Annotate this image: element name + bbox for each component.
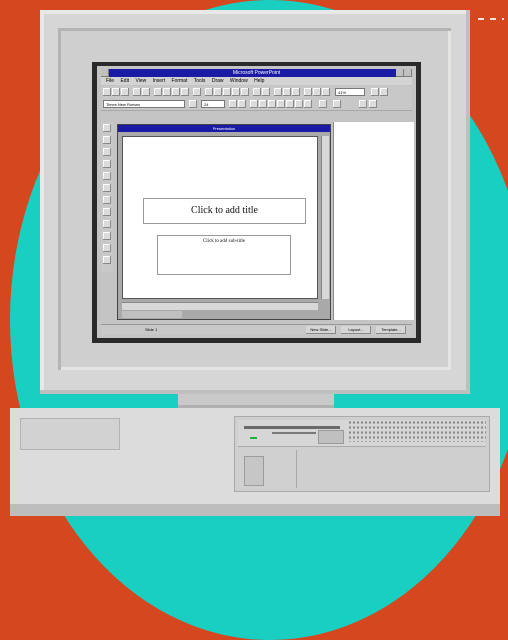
insert-table-icon[interactable] xyxy=(214,88,222,96)
rectangle-tool-icon[interactable] xyxy=(103,160,111,168)
menu-insert[interactable]: Insert xyxy=(153,78,166,84)
slide-sorter-icon[interactable] xyxy=(292,88,300,96)
app-title: Microsoft PowerPoint xyxy=(232,70,281,76)
base-panel xyxy=(20,418,120,450)
menu-view[interactable]: View xyxy=(135,78,146,84)
insert-object-icon[interactable] xyxy=(262,88,270,96)
menu-bar: File Edit View Insert Format Tools Draw … xyxy=(101,77,412,85)
cue-cards-icon[interactable] xyxy=(380,88,388,96)
minimize-icon[interactable] xyxy=(396,69,404,77)
bullet-icon[interactable] xyxy=(286,100,294,108)
collapse-icon[interactable] xyxy=(369,100,377,108)
menu-edit[interactable]: Edit xyxy=(120,78,129,84)
italic-icon[interactable] xyxy=(259,100,267,108)
slide[interactable]: Click to add title Click to add sub-titl… xyxy=(122,136,318,299)
floppy-slot xyxy=(244,426,340,429)
save-icon[interactable] xyxy=(121,88,129,96)
cut-icon[interactable] xyxy=(154,88,162,96)
presentation-title: Presentation xyxy=(212,126,236,131)
right-workspace xyxy=(333,122,414,320)
insert-slide-icon[interactable] xyxy=(205,88,213,96)
vertical-scrollbar[interactable] xyxy=(321,136,329,299)
font-dropdown-icon[interactable] xyxy=(189,100,197,108)
floppy-slot-secondary xyxy=(272,432,316,434)
decrease-font-icon[interactable] xyxy=(238,100,246,108)
drive-door xyxy=(318,430,344,444)
monitor-neck xyxy=(178,394,334,408)
menu-file[interactable]: File xyxy=(106,78,114,84)
title-placeholder[interactable]: Click to add title xyxy=(143,198,306,224)
help-icon[interactable] xyxy=(371,88,379,96)
undo-icon[interactable] xyxy=(193,88,201,96)
drawing-icon[interactable] xyxy=(304,88,312,96)
app-titlebar: Microsoft PowerPoint xyxy=(101,69,412,77)
increase-font-icon[interactable] xyxy=(229,100,237,108)
status-bar: Slide 1 New Slide... Layout... Template.… xyxy=(101,324,412,335)
format-painter-icon[interactable] xyxy=(181,88,189,96)
new-icon[interactable] xyxy=(103,88,111,96)
line-tool-icon[interactable] xyxy=(103,148,111,156)
fill-on-off-icon[interactable] xyxy=(103,232,111,240)
spelling-icon[interactable] xyxy=(142,88,150,96)
align-left-icon[interactable] xyxy=(295,100,303,108)
screen: Microsoft PowerPoint File Edit View Inse… xyxy=(97,66,416,338)
system-menu-icon[interactable] xyxy=(101,69,109,77)
menu-tools[interactable]: Tools xyxy=(194,78,206,84)
paste-icon[interactable] xyxy=(172,88,180,96)
insert-chart-icon[interactable] xyxy=(223,88,231,96)
vent-grille xyxy=(348,420,486,442)
show-formatting-icon[interactable] xyxy=(274,88,282,96)
autoshapes-icon[interactable] xyxy=(103,220,111,228)
text-shadow-icon[interactable] xyxy=(277,100,285,108)
subtitle-placeholder[interactable]: Click to add sub-title xyxy=(157,235,291,275)
menu-format[interactable]: Format xyxy=(172,78,188,84)
print-icon[interactable] xyxy=(133,88,141,96)
copy-icon[interactable] xyxy=(163,88,171,96)
font-select[interactable]: Times New Roman xyxy=(103,100,185,108)
ellipse-tool-icon[interactable] xyxy=(103,172,111,180)
zoom-select[interactable]: 41% xyxy=(335,88,365,96)
bold-icon[interactable] xyxy=(250,100,258,108)
font-size-select[interactable]: 24 xyxy=(201,100,225,108)
maximize-icon[interactable] xyxy=(404,69,412,77)
menu-window[interactable]: Window xyxy=(230,78,248,84)
power-button[interactable] xyxy=(244,456,264,486)
template-button[interactable]: Template... xyxy=(376,326,406,334)
new-slide-button[interactable]: New Slide... xyxy=(306,326,336,334)
menu-draw[interactable]: Draw xyxy=(212,78,224,84)
shadow-icon[interactable] xyxy=(322,88,330,96)
freeform-tool-icon[interactable] xyxy=(103,196,111,204)
arc-tool-icon[interactable] xyxy=(103,184,111,192)
formatting-toolbar: Times New Roman 24 xyxy=(101,98,412,111)
power-led xyxy=(250,437,257,439)
slide-indicator: Slide 1 xyxy=(145,327,158,332)
shadow-on-off-icon[interactable] xyxy=(103,256,111,264)
selection-tool-icon[interactable] xyxy=(103,124,111,132)
expand-icon[interactable] xyxy=(359,100,367,108)
presentation-window: Presentation Click to add title Click to… xyxy=(117,124,331,320)
black-white-icon[interactable] xyxy=(283,88,291,96)
open-icon[interactable] xyxy=(112,88,120,96)
presentation-titlebar: Presentation xyxy=(118,125,330,132)
insert-clipart-icon[interactable] xyxy=(232,88,240,96)
free-rotate-icon[interactable] xyxy=(103,208,111,216)
insert-picture-icon[interactable] xyxy=(241,88,249,96)
decorative-dashes xyxy=(478,18,504,20)
demote-icon[interactable] xyxy=(333,100,341,108)
insert-graph-icon[interactable] xyxy=(253,88,261,96)
drawing-toolbar xyxy=(101,122,113,272)
layout-button[interactable]: Layout... xyxy=(341,326,371,334)
promote-icon[interactable] xyxy=(319,100,327,108)
color-icon[interactable] xyxy=(313,88,321,96)
text-tool-icon[interactable] xyxy=(103,136,111,144)
view-buttons[interactable] xyxy=(122,311,182,318)
line-on-off-icon[interactable] xyxy=(103,244,111,252)
center-icon[interactable] xyxy=(304,100,312,108)
underline-icon[interactable] xyxy=(268,100,276,108)
menu-help[interactable]: Help xyxy=(254,78,264,84)
horizontal-scrollbar[interactable] xyxy=(122,302,318,310)
